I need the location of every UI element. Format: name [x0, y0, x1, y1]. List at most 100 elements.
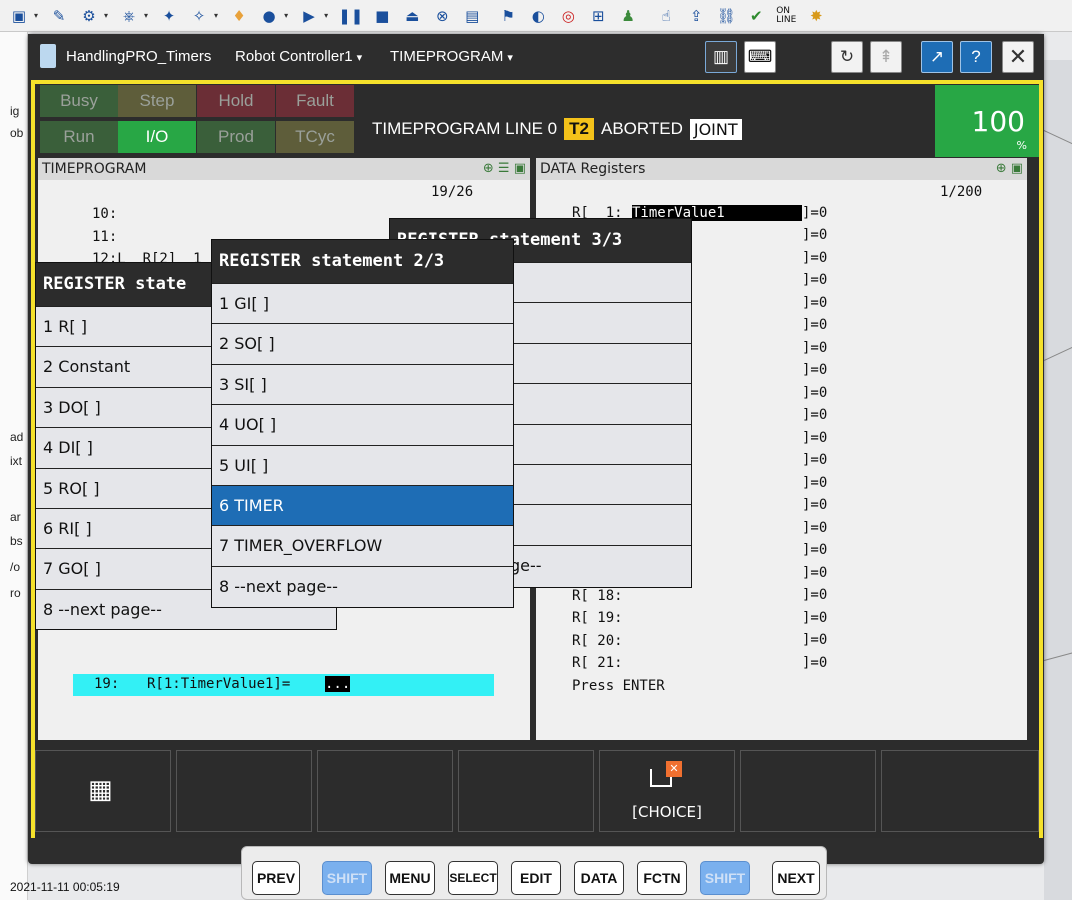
register-value[interactable]: ]=0	[802, 632, 827, 648]
refresh-icon[interactable]: ↻	[831, 41, 863, 73]
play-icon[interactable]: ▶	[296, 3, 322, 29]
program-state: ABORTED	[600, 119, 683, 138]
fkey-f6[interactable]	[881, 750, 1039, 832]
tree-text: bs	[10, 534, 23, 548]
user-icon[interactable]: ♟	[615, 3, 641, 29]
register-value[interactable]: ]=0	[802, 317, 827, 333]
fkey-menu[interactable]: ▦	[35, 750, 171, 832]
edit-line[interactable]: 19: R[1:TimerValue1]= ...	[73, 674, 494, 696]
measure-icon[interactable]: ◐	[525, 3, 551, 29]
popup-item-timer-overflow[interactable]: 7 TIMER_OVERFLOW	[212, 525, 513, 565]
tree-text: ro	[10, 586, 21, 600]
register-value[interactable]: ]=0	[802, 362, 827, 378]
register-value[interactable]: ]=0	[802, 452, 827, 468]
help-icon[interactable]: ?	[960, 41, 992, 73]
target-icon[interactable]: ◎	[555, 3, 581, 29]
setup-icon[interactable]: ⚑	[495, 3, 521, 29]
breadcrumb-program[interactable]: TIMEPROGRAM ▾	[390, 48, 513, 65]
check-icon[interactable]: ✔	[743, 3, 769, 29]
light-icon[interactable]: ♦	[226, 3, 252, 29]
pane-tools-icon[interactable]: ⊕ ☰ ▣	[483, 158, 526, 180]
shift-key[interactable]: SHIFT	[322, 861, 372, 895]
register-value[interactable]: ]=0	[802, 272, 827, 288]
file-menu-icon[interactable]: ▣	[6, 3, 32, 29]
fkey-f1[interactable]	[176, 750, 312, 832]
eject-icon[interactable]: ⏏	[399, 3, 425, 29]
close-icon[interactable]: ✕	[1002, 41, 1034, 73]
override-box[interactable]: 100 %	[935, 85, 1039, 157]
view-2d-icon[interactable]: ●	[256, 3, 282, 29]
register-value[interactable]: ]=0	[802, 250, 827, 266]
register-value[interactable]: ]=0	[802, 542, 827, 558]
robot-icon[interactable]: ⚙	[76, 3, 102, 29]
breadcrumb-controller[interactable]: Robot Controller1 ▾	[235, 48, 362, 65]
network-icon[interactable]: ⛓	[713, 3, 739, 29]
prev-key[interactable]: PREV	[252, 861, 300, 895]
jog-icon[interactable]: ⇞	[870, 41, 902, 73]
pendant-view-icon[interactable]: ▥	[705, 41, 737, 73]
register-label: R[ 18:	[572, 588, 623, 604]
chevron-down-icon[interactable]: ▾	[284, 11, 288, 20]
host-tree-panel: ig ob ad ixt ar bs /o ro	[0, 32, 28, 900]
register-value[interactable]: ]=0	[802, 497, 827, 513]
chevron-down-icon[interactable]: ▾	[324, 11, 328, 20]
external-icon[interactable]: ↗	[921, 41, 953, 73]
register-value[interactable]: ]=0	[802, 227, 827, 243]
stop-icon[interactable]: ■	[369, 3, 395, 29]
program-line[interactable]: 10:	[92, 206, 117, 222]
chevron-down-icon[interactable]: ▾	[104, 11, 108, 20]
register-value[interactable]: ]=0	[802, 587, 827, 603]
chevron-down-icon[interactable]: ▾	[34, 11, 38, 20]
register-value[interactable]: ]=0	[802, 340, 827, 356]
fkey-f5[interactable]	[740, 750, 876, 832]
register-value[interactable]: ]=0	[802, 475, 827, 491]
popup-item-next-page[interactable]: 8 --next page--	[212, 566, 513, 606]
fkey-f3[interactable]	[458, 750, 594, 832]
register-value[interactable]: ]=0	[802, 655, 827, 671]
register-value[interactable]: ]=0	[802, 205, 827, 221]
fkey-f2[interactable]	[317, 750, 453, 832]
register-value[interactable]: ]=0	[802, 295, 827, 311]
popup-item-gi[interactable]: 1 GI[ ]	[212, 283, 513, 323]
online-icon[interactable]: ON LINE	[773, 3, 799, 29]
popup-item-si[interactable]: 3 SI[ ]	[212, 364, 513, 404]
tools-icon[interactable]: ✧	[186, 3, 212, 29]
io-icon[interactable]: ⎈	[116, 3, 142, 29]
select-key[interactable]: SELECT	[448, 861, 498, 895]
popup-item-timer[interactable]: 6 TIMER	[212, 485, 513, 525]
fkey-choice[interactable]: ✕ [CHOICE]	[599, 750, 735, 832]
chevron-down-icon[interactable]: ▾	[144, 11, 148, 20]
settings-icon[interactable]: ✸	[803, 3, 829, 29]
register-value[interactable]: ]=0	[802, 520, 827, 536]
timestamp: 2021-11-11 00:05:19	[10, 880, 120, 894]
register-value[interactable]: ]=0	[802, 565, 827, 581]
register-value[interactable]: ]=0	[802, 407, 827, 423]
hand-icon[interactable]: ☝	[653, 3, 679, 29]
edit-cursor[interactable]: ...	[325, 676, 351, 692]
fctn-key[interactable]: FCTN	[637, 861, 687, 895]
abort-icon[interactable]: ⊗	[429, 3, 455, 29]
pane-tools-icon[interactable]: ⊕ ▣	[996, 158, 1023, 180]
menu-key[interactable]: MENU	[385, 861, 435, 895]
override-value: 100	[971, 105, 1025, 138]
chevron-down-icon[interactable]: ▾	[214, 11, 218, 20]
device-icon[interactable]: ⊞	[585, 3, 611, 29]
popup-item-so[interactable]: 2 SO[ ]	[212, 323, 513, 363]
register-value[interactable]: ]=0	[802, 430, 827, 446]
upload-icon[interactable]: ⇪	[683, 3, 709, 29]
register-value[interactable]: ]=0	[802, 385, 827, 401]
teach-icon[interactable]: ✎	[46, 3, 72, 29]
register-value[interactable]: ]=0	[802, 610, 827, 626]
edit-key[interactable]: EDIT	[511, 861, 561, 895]
popup-item-uo[interactable]: 4 UO[ ]	[212, 404, 513, 444]
parts-icon[interactable]: ✦	[156, 3, 182, 29]
program-line[interactable]: 11:	[92, 229, 117, 245]
pause-icon[interactable]: ❚❚	[336, 3, 365, 29]
shift-key[interactable]: SHIFT	[700, 861, 750, 895]
data-key[interactable]: DATA	[574, 861, 624, 895]
popup-item-ui[interactable]: 5 UI[ ]	[212, 445, 513, 485]
next-key[interactable]: NEXT	[772, 861, 820, 895]
register-label: R[ 19:	[572, 610, 623, 626]
keyboard-icon[interactable]: ⌨	[744, 41, 776, 73]
record-icon[interactable]: ▤	[459, 3, 485, 29]
